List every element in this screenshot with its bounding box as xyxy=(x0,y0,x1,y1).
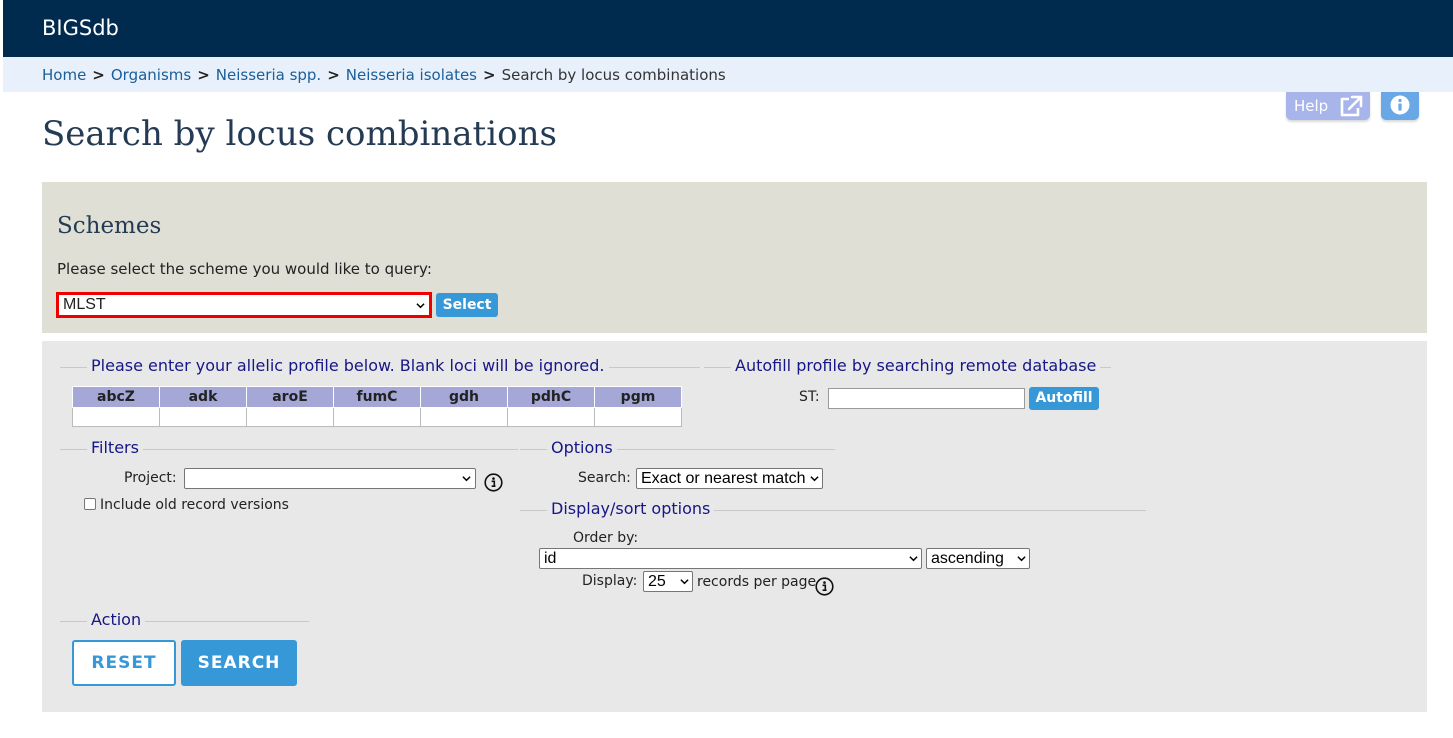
breadcrumb-separator: > xyxy=(483,66,496,84)
options-legend: Options xyxy=(547,438,617,457)
chevron-down-icon xyxy=(462,476,471,482)
breadcrumb-neisseria-spp[interactable]: Neisseria spp. xyxy=(216,66,321,84)
breadcrumb-separator: > xyxy=(327,66,340,84)
st-input[interactable] xyxy=(828,388,1025,409)
breadcrumb-neisseria-isolates[interactable]: Neisseria isolates xyxy=(346,66,477,84)
allelic-profile-table: abcZ adk aroE fumC gdh pdhC pgm xyxy=(72,386,682,427)
sort-direction-value: ascending xyxy=(931,550,1004,567)
locus-header: pgm xyxy=(594,386,682,408)
breadcrumb-separator: > xyxy=(92,66,105,84)
profile-legend: Please enter your allelic profile below.… xyxy=(87,356,609,375)
locus-input-adk[interactable] xyxy=(159,407,247,427)
order-by-select[interactable]: id xyxy=(539,548,922,569)
search-button[interactable]: SEARCH xyxy=(181,640,297,686)
autofill-legend: Autofill profile by searching remote dat… xyxy=(731,356,1101,375)
scheme-select-value: MLST xyxy=(63,296,106,313)
info-button[interactable] xyxy=(1381,92,1419,120)
search-mode-value: Exact or nearest match xyxy=(641,470,806,487)
locus-header: aroE xyxy=(246,386,334,408)
breadcrumb-organisms[interactable]: Organisms xyxy=(111,66,191,84)
locus-input-fumc[interactable] xyxy=(333,407,421,427)
help-button[interactable]: Help xyxy=(1286,92,1370,120)
st-label: ST: xyxy=(799,389,820,405)
include-old-versions-label: Include old record versions xyxy=(100,497,289,513)
locus-input-aroe[interactable] xyxy=(246,407,334,427)
external-link-icon xyxy=(1340,95,1363,117)
chevron-down-icon xyxy=(680,579,689,585)
scheme-select[interactable]: MLST xyxy=(56,292,432,318)
locus-input-gdh[interactable] xyxy=(420,407,508,427)
breadcrumb: Home > Organisms > Neisseria spp. > Neisseria … xyxy=(3,57,1453,92)
action-legend: Action xyxy=(87,610,146,629)
include-old-versions-checkbox[interactable] xyxy=(84,498,96,510)
locus-header: gdh xyxy=(420,386,508,408)
locus-input-pdhc[interactable] xyxy=(507,407,595,427)
locus-header: adk xyxy=(159,386,247,408)
breadcrumb-home[interactable]: Home xyxy=(42,66,86,84)
schemes-panel: Schemes Please select the scheme you wou… xyxy=(42,182,1427,333)
chevron-down-icon xyxy=(909,556,918,562)
chevron-down-icon xyxy=(810,476,819,482)
select-scheme-button[interactable]: Select xyxy=(436,293,498,317)
project-select[interactable] xyxy=(184,468,476,489)
project-label: Project: xyxy=(124,470,177,486)
locus-header: fumC xyxy=(333,386,421,408)
order-by-label: Order by: xyxy=(573,530,639,546)
records-per-page-value: 25 xyxy=(648,573,666,590)
breadcrumb-current: Search by locus combinations xyxy=(501,66,726,84)
reset-button[interactable]: RESET xyxy=(72,640,176,686)
locus-input-pgm[interactable] xyxy=(594,407,682,427)
chevron-down-icon xyxy=(1017,556,1026,562)
search-mode-label: Search: xyxy=(578,470,631,486)
chevron-down-icon xyxy=(416,303,425,309)
locus-header: abcZ xyxy=(72,386,160,408)
help-label: Help xyxy=(1294,97,1329,115)
info-icon xyxy=(1390,95,1410,115)
records-per-page-label: records per page xyxy=(697,574,817,590)
page-title: Search by locus combinations xyxy=(42,114,557,154)
search-mode-select[interactable]: Exact or nearest match xyxy=(636,468,823,489)
locus-input-abcz[interactable] xyxy=(72,407,160,427)
project-info-icon[interactable] xyxy=(484,473,503,492)
query-panel: Please enter your allelic profile below.… xyxy=(42,341,1427,712)
display-label: Display: xyxy=(582,573,638,589)
records-per-page-info-icon[interactable] xyxy=(815,577,834,596)
schemes-prompt: Please select the scheme you would like … xyxy=(57,260,432,278)
order-by-value: id xyxy=(544,550,557,567)
brand-logo[interactable]: BIGSdb xyxy=(42,16,119,40)
top-bar: BIGSdb xyxy=(3,0,1453,57)
schemes-heading: Schemes xyxy=(57,213,162,239)
display-legend: Display/sort options xyxy=(547,499,715,518)
locus-header: pdhC xyxy=(507,386,595,408)
filters-legend: Filters xyxy=(87,438,143,457)
breadcrumb-separator: > xyxy=(197,66,210,84)
autofill-button[interactable]: Autofill xyxy=(1029,387,1099,410)
records-per-page-select[interactable]: 25 xyxy=(643,571,693,592)
sort-direction-select[interactable]: ascending xyxy=(926,548,1030,569)
